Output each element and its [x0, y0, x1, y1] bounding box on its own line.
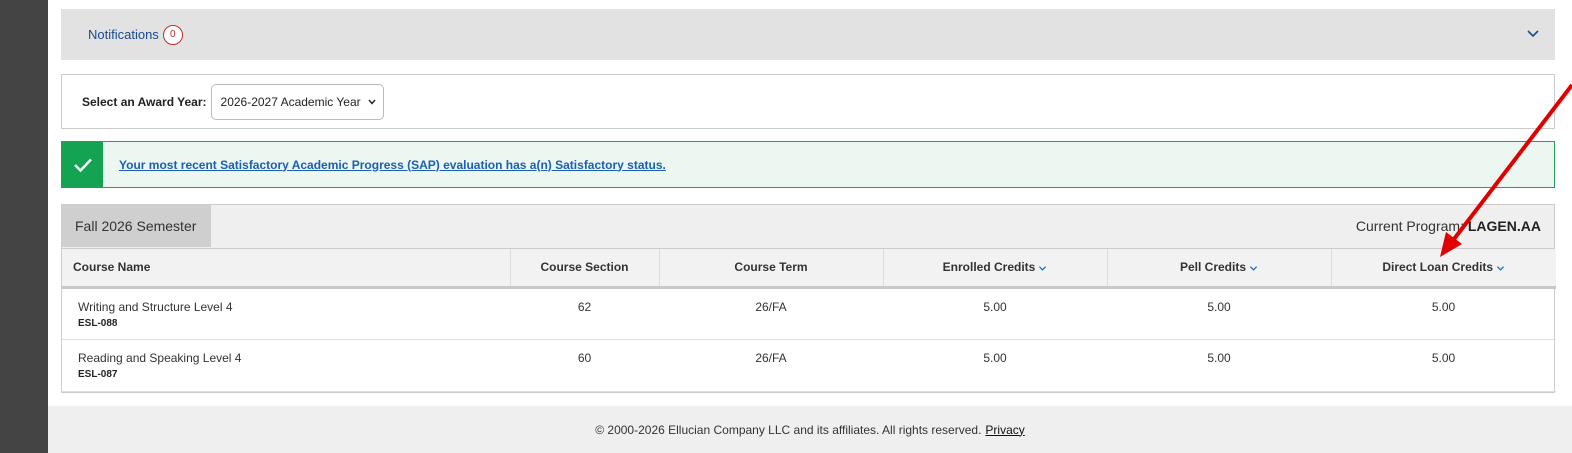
table-row: Reading and Speaking Level 4 ESL-087 60 …: [62, 339, 1556, 392]
notifications-title[interactable]: Notifications: [88, 27, 159, 42]
main-content: Notifications 0 Select an Award Year: 20…: [48, 0, 1572, 453]
course-name: Reading and Speaking Level 4: [78, 350, 242, 365]
sort-chevron-icon[interactable]: [1038, 264, 1047, 273]
left-sidebar-rail: [0, 0, 48, 453]
course-name: Writing and Structure Level 4: [78, 299, 233, 314]
notifications-bar[interactable]: Notifications 0: [61, 9, 1555, 60]
program-label: Current Program:: [1355, 218, 1464, 234]
chevron-down-icon[interactable]: [1525, 25, 1541, 41]
enrolled-credits-cell: 5.00: [883, 287, 1107, 340]
courses-table: Course Name Course Section Course Term E…: [62, 249, 1556, 392]
award-year-selector-box: Select an Award Year: 2026-2027 Academic…: [61, 74, 1555, 129]
award-year-selected-value: 2026-2027 Academic Year: [220, 94, 361, 109]
course-name-cell: Writing and Structure Level 4 ESL-088: [62, 287, 510, 340]
header-direct-loan-credits[interactable]: Direct Loan Credits: [1331, 249, 1556, 289]
current-program: Current Program: LAGEN.AA: [1356, 218, 1541, 234]
header-course-name: Course Name: [62, 249, 511, 289]
select-chevron-icon: [367, 99, 376, 105]
privacy-link[interactable]: Privacy: [985, 423, 1024, 437]
program-value: LAGEN.AA: [1467, 218, 1541, 234]
course-term-cell: 26/FA: [659, 287, 883, 340]
table-row: Writing and Structure Level 4 ESL-088 62…: [62, 287, 1556, 340]
course-panel: Fall 2026 Semester Current Program: LAGE…: [61, 204, 1556, 393]
course-section-cell: 60: [510, 339, 659, 392]
pell-credits-cell: 5.00: [1107, 339, 1331, 392]
enrolled-credits-cell: 5.00: [883, 339, 1107, 392]
sap-status-link[interactable]: Your most recent Satisfactory Academic P…: [119, 158, 666, 172]
semester-tab[interactable]: Fall 2026 Semester: [62, 205, 211, 247]
footer-copyright: © 2000-2026 Ellucian Company LLC and its…: [595, 422, 982, 437]
sort-chevron-icon[interactable]: [1496, 264, 1505, 273]
course-term-cell: 26/FA: [659, 339, 883, 392]
table-header-row: Course Name Course Section Course Term E…: [62, 249, 1556, 289]
direct-loan-credits-cell: 5.00: [1331, 287, 1556, 340]
award-year-label: Select an Award Year:: [82, 94, 207, 109]
sort-chevron-icon[interactable]: [1249, 264, 1258, 273]
sap-check-container: [62, 142, 103, 187]
checkmark-icon: [73, 158, 92, 172]
header-pell-credits[interactable]: Pell Credits: [1107, 249, 1332, 289]
pell-credits-cell: 5.00: [1107, 287, 1331, 340]
course-code: ESL-087: [78, 368, 118, 380]
course-code: ESL-088: [78, 317, 118, 329]
direct-loan-credits-cell: 5.00: [1331, 339, 1556, 392]
course-section-cell: 62: [510, 287, 659, 340]
header-course-term: Course Term: [659, 249, 884, 289]
award-year-select[interactable]: 2026-2027 Academic Year: [210, 83, 384, 120]
header-course-section: Course Section: [510, 249, 660, 289]
header-enrolled-credits[interactable]: Enrolled Credits: [883, 249, 1108, 289]
course-name-cell: Reading and Speaking Level 4 ESL-087: [62, 339, 510, 392]
sap-status-banner: Your most recent Satisfactory Academic P…: [61, 141, 1555, 188]
page-footer: © 2000-2026 Ellucian Company LLC and its…: [48, 406, 1572, 453]
notifications-count-badge: 0: [162, 24, 183, 45]
term-header: Fall 2026 Semester Current Program: LAGE…: [62, 205, 1554, 249]
